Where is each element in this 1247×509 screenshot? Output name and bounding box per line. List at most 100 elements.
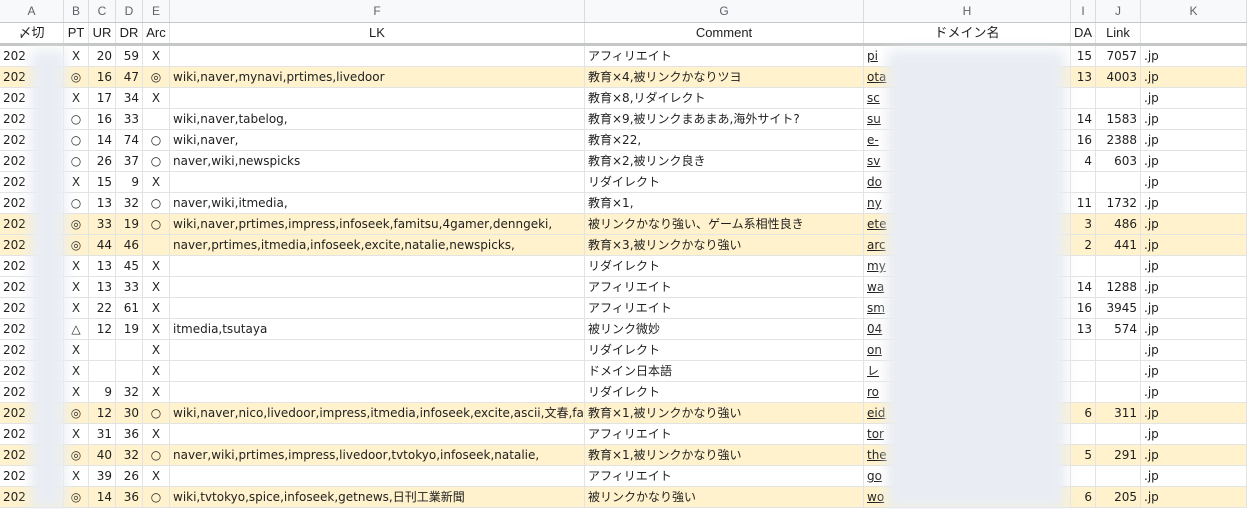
cell-link[interactable]: 4003	[1096, 67, 1141, 87]
cell-da[interactable]: 14	[1071, 277, 1096, 297]
cell-ur[interactable]: 13	[89, 193, 116, 213]
cell-lk[interactable]	[170, 172, 585, 192]
cell-dr[interactable]: 33	[116, 109, 143, 129]
cell-arc[interactable]: X	[143, 361, 170, 381]
cell-pt[interactable]: X	[64, 256, 89, 276]
cell-dr[interactable]: 47	[116, 67, 143, 87]
cell-dr[interactable]: 36	[116, 424, 143, 444]
column-letter-d[interactable]: D	[116, 0, 143, 22]
cell-da[interactable]: 13	[1071, 67, 1096, 87]
cell-lk[interactable]	[170, 88, 585, 108]
header-cell[interactable]: Arc	[143, 23, 170, 43]
cell-lk[interactable]	[170, 256, 585, 276]
cell-lk[interactable]: naver,wiki,newspicks	[170, 151, 585, 171]
cell-dr[interactable]: 19	[116, 214, 143, 234]
cell-link[interactable]: 3945	[1096, 298, 1141, 318]
cell-dr[interactable]: 74	[116, 130, 143, 150]
cell-comment[interactable]: 被リンクかなり強い	[585, 487, 864, 507]
cell-dr[interactable]: 9	[116, 172, 143, 192]
cell-link[interactable]: 7057	[1096, 46, 1141, 66]
cell-arc[interactable]: X	[143, 88, 170, 108]
cell-comment[interactable]: 教育×4,被リンクかなりツヨ	[585, 67, 864, 87]
cell-ur[interactable]: 44	[89, 235, 116, 255]
cell-lk[interactable]: naver,wiki,prtimes,impress,livedoor,tvto…	[170, 445, 585, 465]
cell-comment[interactable]: リダイレクト	[585, 256, 864, 276]
cell-lk[interactable]	[170, 298, 585, 318]
cell-comment[interactable]: 教育×2,被リンク良き	[585, 151, 864, 171]
cell-ur[interactable]: 12	[89, 319, 116, 339]
header-cell[interactable]: UR	[89, 23, 116, 43]
cell-dr[interactable]: 33	[116, 277, 143, 297]
header-cell[interactable]: LK	[170, 23, 585, 43]
cell-pt[interactable]: X	[64, 277, 89, 297]
cell-tld[interactable]: .jp	[1141, 277, 1247, 297]
cell-arc[interactable]: X	[143, 172, 170, 192]
header-cell[interactable]: 〆切	[0, 23, 64, 43]
cell-dr[interactable]: 59	[116, 46, 143, 66]
cell-tld[interactable]: .jp	[1141, 130, 1247, 150]
cell-link[interactable]: 205	[1096, 487, 1141, 507]
cell-tld[interactable]: .jp	[1141, 340, 1247, 360]
cell-arc[interactable]: X	[143, 46, 170, 66]
cell-tld[interactable]: .jp	[1141, 445, 1247, 465]
cell-tld[interactable]: .jp	[1141, 235, 1247, 255]
cell-comment[interactable]: 教育×1,	[585, 193, 864, 213]
cell-da[interactable]: 16	[1071, 298, 1096, 318]
cell-ur[interactable]: 9	[89, 382, 116, 402]
cell-link[interactable]: 311	[1096, 403, 1141, 423]
cell-arc[interactable]	[143, 235, 170, 255]
header-cell[interactable]: Link	[1096, 23, 1141, 43]
cell-tld[interactable]: .jp	[1141, 403, 1247, 423]
cell-dr[interactable]: 30	[116, 403, 143, 423]
cell-ur[interactable]: 16	[89, 109, 116, 129]
cell-tld[interactable]: .jp	[1141, 487, 1247, 507]
cell-da[interactable]	[1071, 361, 1096, 381]
cell-ur[interactable]: 31	[89, 424, 116, 444]
cell-tld[interactable]: .jp	[1141, 466, 1247, 486]
cell-lk[interactable]: wiki,naver,tabelog,	[170, 109, 585, 129]
cell-dr[interactable]: 34	[116, 88, 143, 108]
cell-lk[interactable]	[170, 424, 585, 444]
cell-ur[interactable]: 14	[89, 487, 116, 507]
cell-tld[interactable]: .jp	[1141, 319, 1247, 339]
cell-pt[interactable]: X	[64, 466, 89, 486]
cell-link[interactable]: 574	[1096, 319, 1141, 339]
cell-pt[interactable]: ◎	[64, 403, 89, 423]
cell-da[interactable]	[1071, 466, 1096, 486]
cell-comment[interactable]: リダイレクト	[585, 340, 864, 360]
cell-lk[interactable]: naver,wiki,itmedia,	[170, 193, 585, 213]
cell-arc[interactable]: ○	[143, 151, 170, 171]
cell-pt[interactable]: ○	[64, 193, 89, 213]
cell-tld[interactable]: .jp	[1141, 298, 1247, 318]
cell-arc[interactable]: ○	[143, 214, 170, 234]
cell-ur[interactable]: 26	[89, 151, 116, 171]
column-letter-j[interactable]: J	[1096, 0, 1141, 22]
cell-ur[interactable]	[89, 361, 116, 381]
cell-da[interactable]: 14	[1071, 109, 1096, 129]
cell-pt[interactable]: X	[64, 88, 89, 108]
header-cell[interactable]	[1141, 23, 1247, 43]
cell-comment[interactable]: アフィリエイト	[585, 466, 864, 486]
cell-da[interactable]	[1071, 340, 1096, 360]
header-cell[interactable]: Comment	[585, 23, 864, 43]
cell-da[interactable]	[1071, 256, 1096, 276]
cell-arc[interactable]: X	[143, 298, 170, 318]
cell-comment[interactable]: 教育×8,リダイレクト	[585, 88, 864, 108]
cell-tld[interactable]: .jp	[1141, 67, 1247, 87]
cell-dr[interactable]: 61	[116, 298, 143, 318]
cell-tld[interactable]: .jp	[1141, 193, 1247, 213]
cell-ur[interactable]: 16	[89, 67, 116, 87]
cell-ur[interactable]: 13	[89, 277, 116, 297]
cell-link[interactable]	[1096, 88, 1141, 108]
cell-arc[interactable]: ○	[143, 445, 170, 465]
cell-pt[interactable]: ○	[64, 130, 89, 150]
cell-pt[interactable]: X	[64, 298, 89, 318]
column-letter-h[interactable]: H	[864, 0, 1071, 22]
cell-dr[interactable]	[116, 361, 143, 381]
cell-dr[interactable]: 45	[116, 256, 143, 276]
cell-link[interactable]	[1096, 361, 1141, 381]
cell-arc[interactable]: X	[143, 382, 170, 402]
cell-arc[interactable]: X	[143, 340, 170, 360]
cell-tld[interactable]: .jp	[1141, 46, 1247, 66]
cell-link[interactable]	[1096, 256, 1141, 276]
